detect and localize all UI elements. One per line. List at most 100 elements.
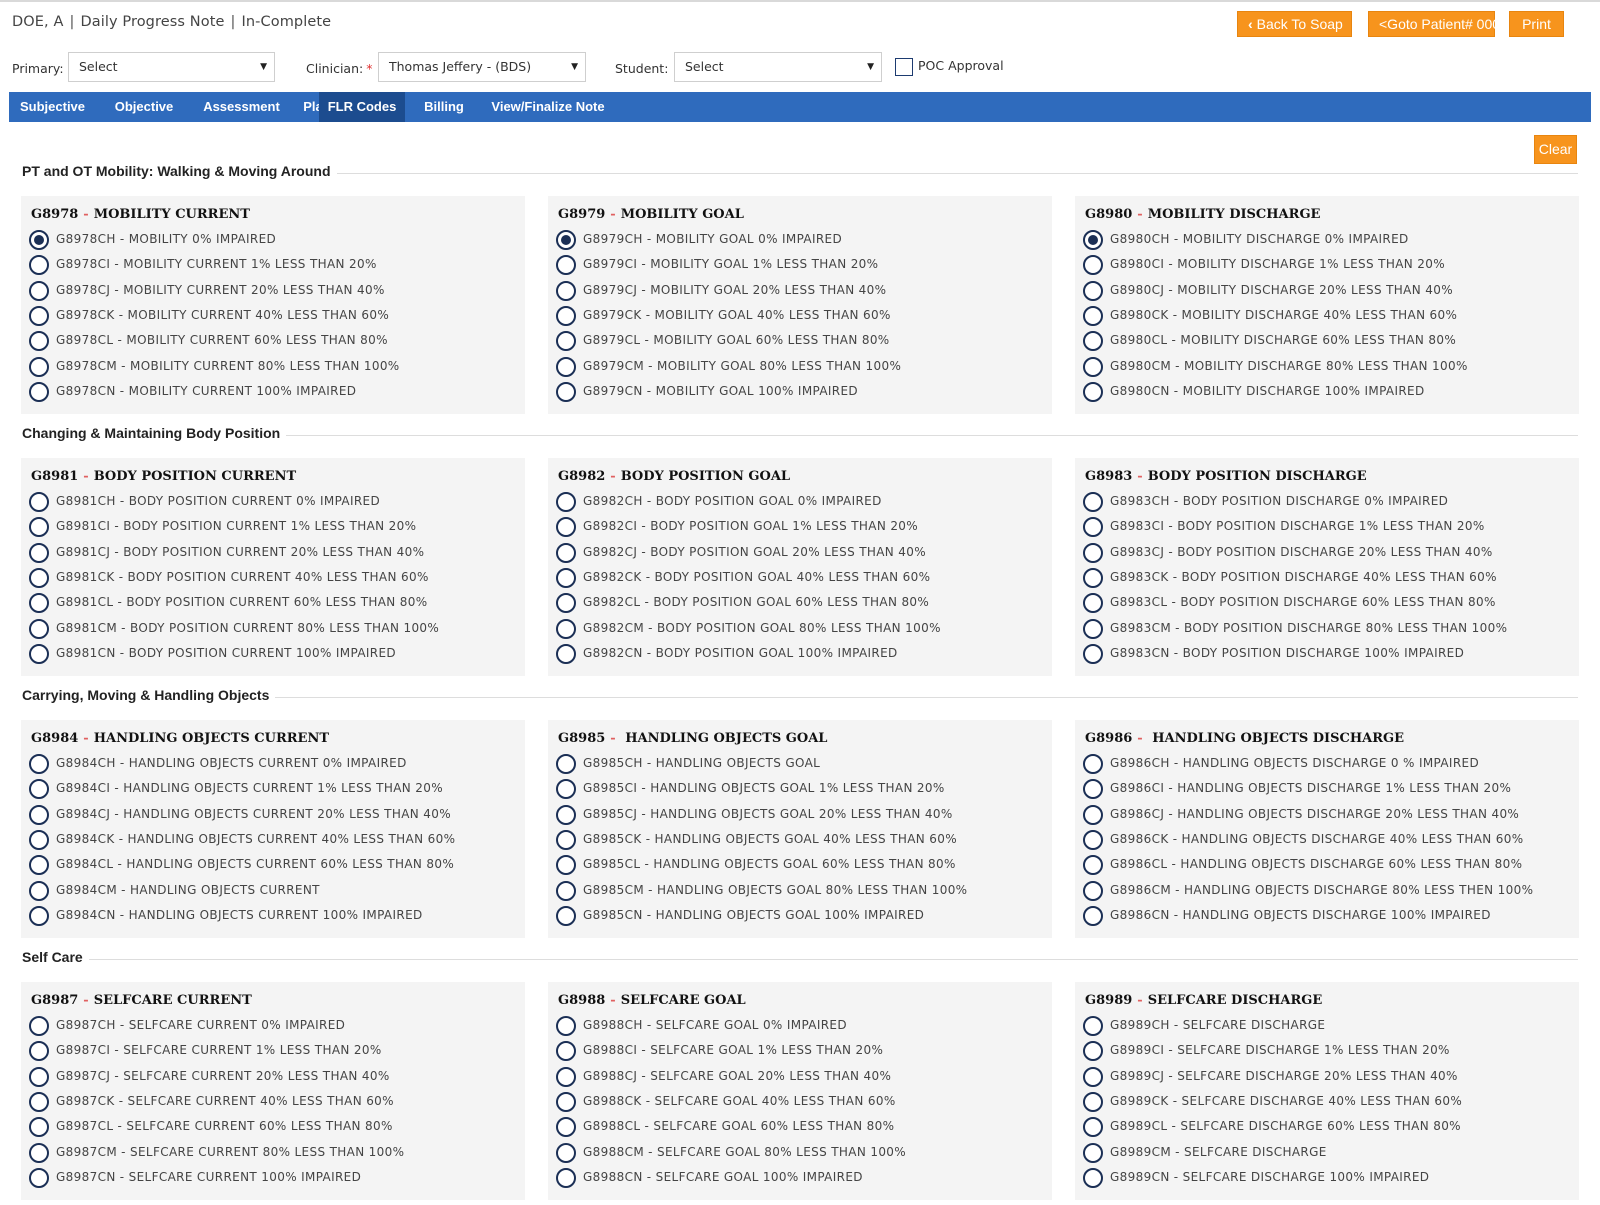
radio-button[interactable]	[1083, 1167, 1103, 1188]
radio-button[interactable]	[1083, 593, 1103, 614]
radio-button[interactable]	[556, 905, 576, 926]
radio-button[interactable]	[1083, 280, 1103, 301]
radio-button[interactable]	[1083, 1142, 1103, 1163]
radio-button[interactable]	[1083, 855, 1103, 876]
radio-button[interactable]	[29, 567, 49, 588]
radio-button[interactable]	[556, 305, 576, 326]
radio-button[interactable]	[1083, 804, 1103, 825]
radio-button[interactable]	[556, 1117, 576, 1138]
radio-button[interactable]	[556, 618, 576, 639]
primary-select[interactable]: Select ▼	[68, 52, 275, 82]
radio-button[interactable]	[556, 331, 576, 352]
radio-button[interactable]	[556, 593, 576, 614]
radio-button[interactable]	[29, 255, 49, 276]
radio-button[interactable]	[1083, 880, 1103, 901]
radio-button[interactable]	[1083, 492, 1103, 512]
radio-button[interactable]	[556, 880, 576, 901]
radio-button[interactable]	[1083, 1016, 1103, 1036]
radio-button[interactable]	[1083, 1117, 1103, 1138]
radio-button[interactable]	[29, 230, 49, 250]
radio-button[interactable]	[29, 905, 49, 926]
radio-button[interactable]	[556, 542, 576, 563]
radio-button[interactable]	[1083, 905, 1103, 926]
goto-patient-button[interactable]: <Goto Patient# 000125	[1368, 11, 1523, 37]
radio-button[interactable]	[1083, 230, 1103, 250]
radio-button[interactable]	[556, 754, 576, 774]
clinician-select-value: Thomas Jeffery - (BDS)	[389, 59, 532, 74]
radio-button[interactable]	[29, 381, 49, 402]
radio-button[interactable]	[556, 1016, 576, 1036]
radio-button[interactable]	[1083, 754, 1103, 774]
radio-button[interactable]	[556, 829, 576, 850]
radio-button[interactable]	[29, 643, 49, 664]
radio-button[interactable]	[1083, 542, 1103, 563]
clear-button[interactable]: Clear	[1534, 135, 1577, 164]
radio-button[interactable]	[1083, 567, 1103, 588]
radio-button[interactable]	[29, 779, 49, 800]
radio-button[interactable]	[1083, 255, 1103, 276]
radio-button[interactable]	[29, 855, 49, 876]
radio-button[interactable]	[29, 1016, 49, 1036]
poc-approval-checkbox[interactable]	[895, 58, 913, 76]
print-button[interactable]: Print	[1509, 11, 1564, 37]
radio-button[interactable]	[556, 517, 576, 538]
back-to-soap-button[interactable]: ‹ Back To Soap	[1237, 11, 1352, 37]
radio-button[interactable]	[556, 804, 576, 825]
radio-button[interactable]	[29, 880, 49, 901]
radio-button[interactable]	[1083, 643, 1103, 664]
radio-button[interactable]	[1083, 829, 1103, 850]
radio-button[interactable]	[556, 779, 576, 800]
radio-button[interactable]	[1083, 1066, 1103, 1087]
radio-button[interactable]	[29, 829, 49, 850]
radio-button[interactable]	[29, 1041, 49, 1062]
radio-button[interactable]	[29, 280, 49, 301]
radio-button[interactable]	[1083, 779, 1103, 800]
tab-assessment[interactable]: Assessment	[192, 92, 291, 122]
radio-button[interactable]	[1083, 618, 1103, 639]
radio-button[interactable]	[556, 1142, 576, 1163]
radio-button[interactable]	[29, 517, 49, 538]
radio-button[interactable]	[556, 643, 576, 664]
radio-button[interactable]	[556, 1066, 576, 1087]
radio-button[interactable]	[1083, 356, 1103, 377]
radio-button[interactable]	[29, 1066, 49, 1087]
tab-objective[interactable]: Objective	[96, 92, 192, 122]
radio-button[interactable]	[556, 1041, 576, 1062]
radio-button[interactable]	[29, 331, 49, 352]
radio-button[interactable]	[556, 567, 576, 588]
radio-button[interactable]	[556, 492, 576, 512]
radio-button[interactable]	[1083, 381, 1103, 402]
radio-button[interactable]	[29, 305, 49, 326]
tab-subjective[interactable]: Subjective	[9, 92, 96, 122]
clinician-select[interactable]: Thomas Jeffery - (BDS) ▼	[378, 52, 586, 82]
radio-button[interactable]	[1083, 331, 1103, 352]
radio-button[interactable]	[29, 754, 49, 774]
radio-button[interactable]	[556, 381, 576, 402]
radio-button[interactable]	[556, 1091, 576, 1112]
radio-button[interactable]	[29, 356, 49, 377]
radio-button[interactable]	[29, 1091, 49, 1112]
radio-button[interactable]	[556, 855, 576, 876]
radio-button[interactable]	[29, 804, 49, 825]
radio-button[interactable]	[556, 255, 576, 276]
radio-button[interactable]	[29, 1117, 49, 1138]
student-select[interactable]: Select ▼	[674, 52, 882, 82]
radio-button[interactable]	[29, 1167, 49, 1188]
radio-button[interactable]	[556, 230, 576, 250]
radio-button[interactable]	[1083, 305, 1103, 326]
radio-button[interactable]	[29, 1142, 49, 1163]
tab-flr-codes[interactable]: FLR Codes	[319, 92, 405, 122]
radio-button[interactable]	[556, 1167, 576, 1188]
tab-billing[interactable]: Billing	[405, 92, 483, 122]
radio-button[interactable]	[1083, 1041, 1103, 1062]
radio-button[interactable]	[556, 356, 576, 377]
radio-button[interactable]	[556, 280, 576, 301]
radio-button[interactable]	[29, 618, 49, 639]
radio-button[interactable]	[1083, 1091, 1103, 1112]
radio-button[interactable]	[29, 492, 49, 512]
radio-button[interactable]	[1083, 517, 1103, 538]
tab-view-finalize-note[interactable]: View/Finalize Note	[483, 92, 613, 122]
radio-button[interactable]	[29, 542, 49, 563]
radio-button[interactable]	[29, 593, 49, 614]
option-label: G8987CI - SELFCARE CURRENT 1% LESS THAN …	[56, 1043, 382, 1058]
